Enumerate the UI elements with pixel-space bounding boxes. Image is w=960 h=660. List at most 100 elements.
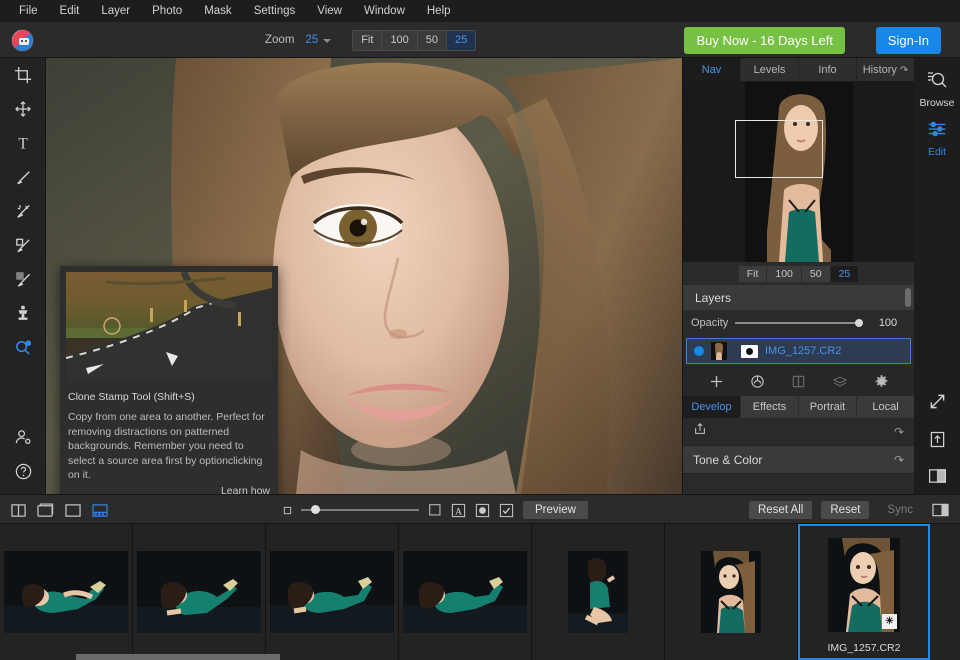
brush-tool[interactable]: [0, 160, 46, 194]
presets-section-row[interactable]: ↷: [683, 418, 914, 446]
rail-edit-label: Edit: [914, 146, 960, 158]
help-tool[interactable]: [0, 454, 46, 488]
menu-item-layer[interactable]: Layer: [90, 0, 141, 22]
learn-how-link[interactable]: Learn how: [68, 485, 270, 495]
menu-item-help[interactable]: Help: [416, 0, 462, 22]
tone-color-section-row[interactable]: Tone & Color ↷: [683, 446, 914, 474]
mask-layer-button[interactable]: [791, 374, 806, 389]
filmstrip-item-6[interactable]: [665, 524, 798, 660]
reset-all-button[interactable]: Reset All: [749, 501, 812, 519]
layer-settings-button[interactable]: [874, 374, 889, 389]
merge-layer-button[interactable]: [832, 374, 848, 389]
gradient-brush-tool[interactable]: [0, 262, 46, 296]
tab-nav[interactable]: Nav: [683, 58, 741, 81]
thumb-size-small-icon: [283, 506, 292, 515]
filmstrip-item-5[interactable]: [532, 524, 665, 660]
sync-button[interactable]: Sync: [878, 501, 922, 519]
tab-develop[interactable]: Develop: [683, 396, 741, 418]
layer-visibility-icon[interactable]: [694, 346, 704, 356]
preview-button[interactable]: Preview: [523, 501, 588, 519]
show-filename-toggle[interactable]: A: [451, 503, 466, 518]
eraser-brush-tool[interactable]: [0, 228, 46, 262]
menu-item-settings[interactable]: Settings: [243, 0, 307, 22]
opacity-value[interactable]: 100: [870, 317, 906, 329]
top-toolbar: Zoom 25 Fit 100 50 25 Buy Now - 16 Days …: [0, 22, 960, 58]
account-tool[interactable]: [0, 420, 46, 454]
thumbnail-size-slider[interactable]: [301, 504, 419, 516]
filmstrip-item-4[interactable]: [399, 524, 532, 660]
menu-item-photo[interactable]: Photo: [141, 0, 193, 22]
zoom-dropdown[interactable]: 25: [302, 33, 334, 47]
navigator-viewport-box[interactable]: [735, 120, 823, 178]
detail-brush-tool[interactable]: [0, 194, 46, 228]
show-checkmark-toggle[interactable]: [499, 503, 514, 518]
opacity-slider[interactable]: [735, 317, 863, 329]
layers-title: Layers: [695, 291, 731, 305]
image-canvas[interactable]: Clone Stamp Tool (Shift+S) Copy from one…: [46, 58, 682, 494]
expand-view-button[interactable]: [914, 379, 960, 417]
presets-reset-icon[interactable]: ↷: [894, 425, 904, 439]
sign-in-button[interactable]: Sign-In: [876, 27, 941, 54]
bottom-toolbar: A Preview Reset All Reset Sync: [0, 494, 960, 524]
toggle-right-panel-button[interactable]: [931, 502, 950, 518]
filmstrip-item-7[interactable]: ☀ IMG_1257.CR2: [798, 524, 930, 660]
menu-item-window[interactable]: Window: [353, 0, 416, 22]
tool-tooltip-popup: Clone Stamp Tool (Shift+S) Copy from one…: [60, 266, 278, 494]
duplicate-layer-button[interactable]: [750, 374, 765, 389]
tab-local[interactable]: Local: [857, 396, 914, 418]
tab-effects[interactable]: Effects: [741, 396, 799, 418]
add-layer-button[interactable]: [709, 374, 724, 389]
thumbnail-size-slider-knob[interactable]: [311, 505, 320, 514]
nav-zoom-100-button[interactable]: 100: [767, 266, 802, 282]
crop-tool[interactable]: [0, 58, 46, 92]
right-rail-bottom: [914, 379, 960, 490]
zoom-100-button[interactable]: 100: [382, 31, 417, 50]
zoom-50-button[interactable]: 50: [418, 31, 447, 50]
grid-view-button[interactable]: [64, 503, 82, 518]
export-button[interactable]: [914, 417, 960, 455]
detail-view-button[interactable]: [36, 502, 55, 518]
show-rating-toggle[interactable]: [475, 503, 490, 518]
layer-mask-icon[interactable]: [741, 345, 758, 358]
nav-zoom-50-button[interactable]: 50: [802, 266, 831, 282]
nav-zoom-fit-button[interactable]: Fit: [739, 266, 768, 282]
zoom-preset-group: Fit 100 50 25: [352, 30, 476, 51]
reset-button[interactable]: Reset: [821, 501, 869, 519]
tone-color-reset-icon[interactable]: ↷: [894, 453, 904, 467]
tab-history[interactable]: History↷: [857, 58, 914, 81]
tab-levels[interactable]: Levels: [741, 58, 799, 81]
tab-history-label: History: [863, 64, 897, 76]
clone-stamp-tool[interactable]: [0, 296, 46, 330]
rail-edit-button[interactable]: Edit: [914, 109, 960, 158]
zoom-fit-button[interactable]: Fit: [353, 31, 382, 50]
text-tool[interactable]: T: [0, 126, 46, 160]
tab-portrait[interactable]: Portrait: [799, 396, 857, 418]
nav-zoom-25-button[interactable]: 25: [831, 266, 859, 282]
filmstrip-item-1[interactable]: [0, 524, 133, 660]
filmstrip-item-3[interactable]: [266, 524, 399, 660]
menu-item-file[interactable]: File: [8, 0, 49, 22]
rail-browse-button[interactable]: Browse: [914, 58, 960, 109]
opacity-slider-knob[interactable]: [855, 319, 863, 327]
develop-tabs: Develop Effects Portrait Local: [683, 396, 914, 418]
blemish-remover-tool[interactable]: [0, 330, 46, 364]
menu-item-mask[interactable]: Mask: [193, 0, 242, 22]
filmstrip-view-button[interactable]: [91, 503, 109, 518]
split-view-button[interactable]: [914, 455, 960, 490]
photo-editor-window: File Edit Layer Photo Mask Settings View…: [0, 0, 960, 660]
filmstrip-scrollbar[interactable]: [76, 654, 280, 660]
layer-row[interactable]: IMG_1257.CR2: [686, 338, 911, 364]
zoom-25-button[interactable]: 25: [447, 31, 475, 50]
tab-info[interactable]: Info: [799, 58, 857, 81]
layers-header: Layers: [683, 285, 914, 310]
opacity-label: Opacity: [691, 317, 728, 329]
layers-scrollbar[interactable]: [905, 288, 911, 307]
menu-item-view[interactable]: View: [306, 0, 353, 22]
buy-now-button[interactable]: Buy Now - 16 Days Left: [684, 27, 845, 54]
navigator-preview[interactable]: [683, 82, 914, 262]
filmstrip-item-2[interactable]: [133, 524, 266, 660]
app-logo-icon: [11, 29, 34, 52]
menu-item-edit[interactable]: Edit: [49, 0, 91, 22]
single-view-button[interactable]: [10, 503, 27, 518]
move-tool[interactable]: [0, 92, 46, 126]
